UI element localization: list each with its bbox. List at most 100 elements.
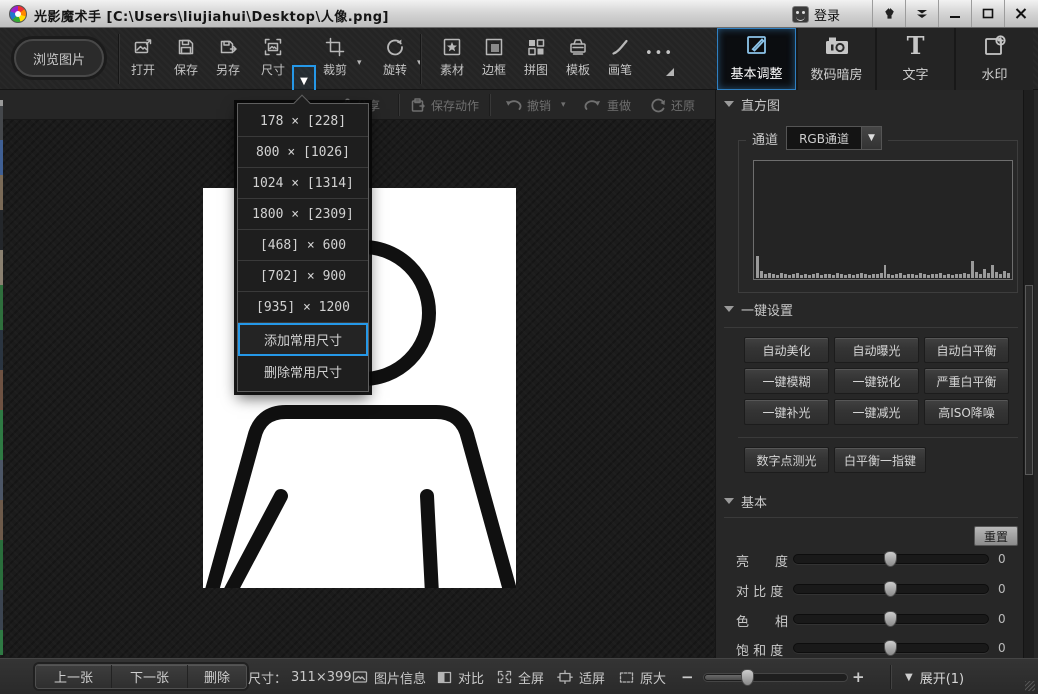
one-key-blur-button[interactable]: 一键模糊 xyxy=(744,368,829,394)
scrollbar-thumb[interactable] xyxy=(1025,285,1033,475)
expand-panel-button[interactable]: ▼ 展开(1) xyxy=(905,659,964,694)
save-as-icon xyxy=(218,36,238,58)
more-tools-button[interactable]: ••• xyxy=(642,44,676,78)
size-menu-item[interactable]: 178 × [228] xyxy=(238,106,368,137)
actionbar-separator xyxy=(399,94,400,116)
window-title: 光影魔术手 [C:\Users\liujiahui\Desktop\人像.png… xyxy=(34,6,389,25)
zoom-in-button[interactable]: + xyxy=(852,659,865,694)
edit-square-icon xyxy=(744,31,770,59)
open-button[interactable]: 打开 xyxy=(121,36,165,84)
one-key-fill-light-button[interactable]: 一键补光 xyxy=(744,399,829,425)
redo-button[interactable]: 重做 xyxy=(584,90,631,120)
minimize-button[interactable] xyxy=(938,0,971,27)
white-balance-one-touch-button[interactable]: 白平衡一指键 xyxy=(834,447,926,473)
maximize-button[interactable] xyxy=(971,0,1004,27)
next-image-button[interactable]: 下一张 xyxy=(112,665,188,688)
add-common-size-item[interactable]: 添加常用尺寸 xyxy=(238,323,368,356)
collapse-button[interactable] xyxy=(905,0,938,27)
compare-button[interactable]: 对比 xyxy=(437,659,484,694)
slider-thumb[interactable] xyxy=(884,551,897,567)
redo-icon xyxy=(584,98,602,112)
zoom-out-button[interactable]: − xyxy=(681,659,694,694)
digital-spot-metering-button[interactable]: 数字点测光 xyxy=(744,447,829,473)
actionbar-separator xyxy=(490,94,491,116)
undo-icon xyxy=(504,98,522,112)
frame-button[interactable]: 边框 xyxy=(472,36,516,84)
resize-grip[interactable] xyxy=(1025,681,1035,691)
collage-button[interactable]: 拼图 xyxy=(514,36,558,84)
basic-section-header[interactable]: 基本 xyxy=(724,492,767,510)
tab-watermark[interactable]: 水印 xyxy=(954,28,1033,90)
size-menu-item[interactable]: [468] × 600 xyxy=(238,230,368,261)
close-button[interactable] xyxy=(1004,0,1037,27)
hue-slider-row: 色 相 0 xyxy=(716,608,1021,630)
section-divider xyxy=(724,327,1018,328)
size-menu-item[interactable]: [702] × 900 xyxy=(238,261,368,292)
auto-beautify-button[interactable]: 自动美化 xyxy=(744,337,829,363)
saturation-slider-row: 饱 和 度 0 xyxy=(716,637,1021,659)
save-as-button[interactable]: 另存 xyxy=(206,36,250,84)
border-frame-icon xyxy=(484,36,504,58)
skin-button[interactable] xyxy=(872,0,905,27)
contrast-slider[interactable] xyxy=(793,584,989,594)
remove-common-size-item[interactable]: 删除常用尺寸 xyxy=(238,356,368,387)
toolbar-separator xyxy=(118,34,119,84)
size-menu-item[interactable]: 1024 × [1314] xyxy=(238,168,368,199)
tab-text[interactable]: T 文字 xyxy=(875,28,954,90)
rotate-button[interactable]: 旋转 xyxy=(373,36,417,84)
template-button[interactable]: 模板 xyxy=(556,36,600,84)
fullscreen-button[interactable]: 全屏 xyxy=(497,659,544,694)
browse-images-button[interactable]: 浏览图片 xyxy=(14,39,104,77)
severe-white-balance-button[interactable]: 严重白平衡 xyxy=(924,368,1009,394)
revert-button[interactable]: 还原 xyxy=(650,90,695,120)
reset-button[interactable]: 重置 xyxy=(974,526,1018,546)
zoom-slider-thumb[interactable] xyxy=(741,669,754,686)
brightness-slider[interactable] xyxy=(793,554,989,564)
slider-thumb[interactable] xyxy=(884,611,897,627)
histogram-bars xyxy=(756,254,1010,278)
expand-corner-icon xyxy=(666,68,674,76)
login-button[interactable]: 登录 xyxy=(792,3,840,25)
auto-exposure-button[interactable]: 自动曝光 xyxy=(834,337,919,363)
one-key-sharpen-button[interactable]: 一键锐化 xyxy=(834,368,919,394)
histogram-section-header[interactable]: 直方图 xyxy=(724,95,780,113)
brightness-label: 亮 度 xyxy=(736,551,788,570)
channel-select[interactable]: RGB通道 ▼ xyxy=(786,126,882,150)
size-menu-item[interactable]: [935] × 1200 xyxy=(238,292,368,323)
one-key-dim-light-button[interactable]: 一键减光 xyxy=(834,399,919,425)
image-info-button[interactable]: 图片信息 xyxy=(352,659,426,694)
fit-screen-button[interactable]: 适屏 xyxy=(557,659,605,694)
zoom-slider[interactable] xyxy=(703,673,848,682)
delete-image-button[interactable]: 删除 xyxy=(188,665,246,688)
high-iso-denoise-button[interactable]: 高ISO降噪 xyxy=(924,399,1009,425)
slider-thumb[interactable] xyxy=(884,581,897,597)
save-button[interactable]: 保存 xyxy=(164,36,208,84)
panel-scrollbar[interactable] xyxy=(1023,90,1034,658)
material-button[interactable]: 素材 xyxy=(430,36,474,84)
crop-button[interactable]: 裁剪 xyxy=(313,36,357,84)
previous-image-button[interactable]: 上一张 xyxy=(36,665,112,688)
user-avatar-icon xyxy=(792,6,809,23)
one-key-grid: 自动美化 自动曝光 自动白平衡 一键模糊 一键锐化 严重白平衡 一键补光 一键减… xyxy=(744,337,1009,425)
tab-basic-adjust[interactable]: 基本调整 xyxy=(717,28,796,90)
section-divider xyxy=(738,437,1018,438)
brush-button[interactable]: 画笔 xyxy=(598,36,642,84)
brightness-slider-row: 亮 度 0 xyxy=(716,548,1021,570)
saturation-slider[interactable] xyxy=(793,643,989,653)
slider-thumb[interactable] xyxy=(884,640,897,656)
one-key-section-header[interactable]: 一键设置 xyxy=(724,300,793,318)
compare-icon xyxy=(437,671,452,684)
auto-white-balance-button[interactable]: 自动白平衡 xyxy=(924,337,1009,363)
resize-button[interactable]: 尺寸 xyxy=(251,36,295,84)
save-action-button[interactable]: 保存动作 xyxy=(410,90,479,120)
hue-value: 0 xyxy=(998,612,1006,626)
size-menu-item[interactable]: 800 × [1026] xyxy=(238,137,368,168)
undo-caret-icon[interactable]: ▾ xyxy=(561,100,566,110)
template-icon xyxy=(568,36,588,58)
undo-button[interactable]: 撤销 xyxy=(504,90,551,120)
actual-size-button[interactable]: 原大 xyxy=(619,659,666,694)
hue-slider[interactable] xyxy=(793,614,989,624)
size-menu-item[interactable]: 1800 × [2309] xyxy=(238,199,368,230)
tab-darkroom[interactable]: 数码暗房 xyxy=(796,28,875,90)
crop-caret-icon[interactable]: ▾ xyxy=(357,58,362,68)
